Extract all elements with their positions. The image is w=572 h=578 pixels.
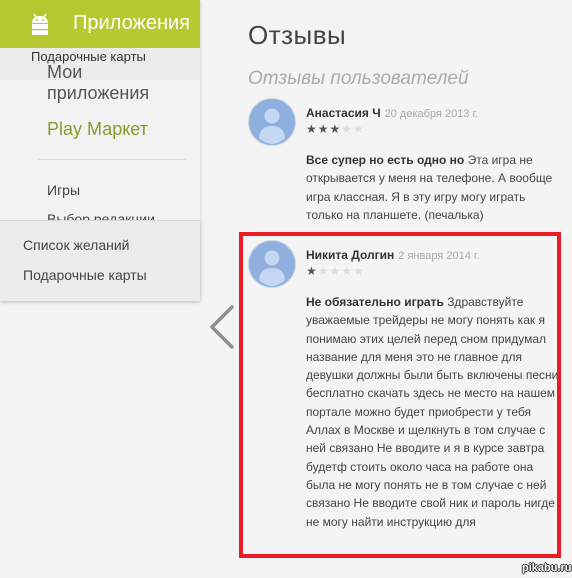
star-empty-icon: ★ bbox=[353, 122, 365, 136]
section-subtitle: Отзывы пользователей bbox=[248, 68, 469, 89]
sidebar-item-my-apps[interactable]: Мои приложения bbox=[47, 62, 167, 104]
star-filled-icon: ★ bbox=[329, 122, 342, 136]
android-icon bbox=[32, 13, 48, 35]
review-text: Все супер но есть одно но Эта игра не от… bbox=[306, 151, 561, 224]
dropdown-item-wishlist[interactable]: Список желаний bbox=[23, 237, 129, 253]
review-header: Анастасия Ч 20 декабря 2013 г. bbox=[306, 104, 478, 122]
chevron-left-icon[interactable] bbox=[208, 304, 236, 350]
sidebar-item-play-market[interactable]: Play Маркет bbox=[47, 119, 148, 140]
review-author[interactable]: Анастасия Ч bbox=[306, 106, 381, 120]
watermark: pikabu.ru bbox=[522, 562, 572, 574]
page-title: Отзывы bbox=[248, 20, 347, 50]
review-item: Анастасия Ч 20 декабря 2013 г. ★★★★★ Все … bbox=[248, 98, 568, 228]
star-filled-icon: ★ bbox=[306, 122, 318, 136]
dropdown-item-gift-cards[interactable]: Подарочные карты bbox=[23, 267, 147, 283]
highlight-frame bbox=[239, 232, 561, 558]
star-filled-icon: ★ bbox=[317, 122, 330, 136]
star-empty-icon: ★ bbox=[341, 122, 354, 136]
review-date: 20 декабря 2013 г. bbox=[384, 108, 479, 120]
sidebar-header-label: Приложения bbox=[73, 12, 191, 34]
sidebar-header-apps[interactable]: Приложения bbox=[0, 0, 200, 48]
star-rating: ★★★★★ bbox=[306, 122, 365, 136]
sidebar-divider bbox=[38, 159, 186, 160]
dropdown-menu: Список желаний Подарочные карты bbox=[0, 220, 200, 301]
avatar bbox=[248, 98, 296, 146]
sidebar-item-games[interactable]: Игры bbox=[47, 182, 80, 198]
review-headline: Все супер но есть одно но bbox=[306, 153, 465, 167]
sidebar: Приложения Подарочные карты Мои приложен… bbox=[0, 0, 200, 301]
